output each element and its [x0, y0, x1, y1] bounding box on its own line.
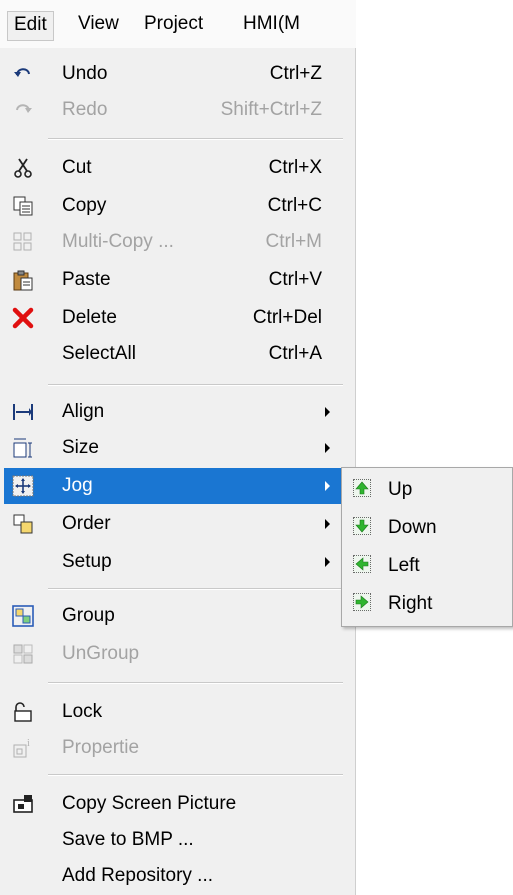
- separator: [48, 682, 343, 684]
- menu-item-jog[interactable]: Jog: [4, 468, 344, 504]
- delete-shortcut: Ctrl+Del: [252, 307, 322, 328]
- scissors-icon: [12, 157, 34, 179]
- align-label: Align: [62, 401, 105, 422]
- submenu-arrow-icon: [325, 407, 330, 417]
- menu-item-size[interactable]: Size: [4, 430, 344, 466]
- jog-label: Jog: [62, 475, 93, 496]
- jog-move-icon: [12, 475, 34, 497]
- copy-label: Copy: [62, 195, 107, 216]
- menu-item-paste[interactable]: Paste Ctrl+V: [4, 262, 344, 298]
- undo-shortcut: Ctrl+Z: [269, 63, 322, 84]
- camera-icon: [12, 793, 34, 815]
- delete-label: Delete: [62, 307, 117, 328]
- multi-copy-icon: [12, 231, 34, 253]
- copy-icon: [12, 195, 34, 217]
- menubar-edit[interactable]: Edit: [7, 11, 54, 41]
- ungroup-label: UnGroup: [62, 643, 140, 664]
- group-label: Group: [62, 605, 115, 626]
- menu-item-copy[interactable]: Copy Ctrl+C: [4, 188, 344, 224]
- menubar-hmi[interactable]: HMI(M: [243, 13, 300, 35]
- green-arrow-left-icon: [353, 555, 371, 573]
- separator: [48, 384, 343, 386]
- up-label: Up: [388, 479, 413, 500]
- submenu-arrow-icon: [325, 557, 330, 567]
- cut-shortcut: Ctrl+X: [268, 157, 322, 178]
- menu-item-order[interactable]: Order: [4, 506, 344, 542]
- ungroup-icon: [12, 643, 34, 665]
- menu-item-align[interactable]: Align: [4, 394, 344, 430]
- undo-label: Undo: [62, 63, 108, 84]
- menu-bar: Edit View Project HMI(M: [0, 0, 356, 49]
- redo-label: Redo: [62, 99, 108, 120]
- submenu-item-right[interactable]: Right: [344, 584, 510, 622]
- paste-label: Paste: [62, 269, 111, 290]
- lock-icon: [12, 701, 34, 723]
- green-arrow-up-icon: [353, 479, 371, 497]
- green-arrow-down-icon: [353, 517, 371, 535]
- group-icon: [12, 605, 34, 627]
- jog-submenu: Up Down Left Right: [341, 467, 513, 627]
- menu-item-lock[interactable]: Lock: [4, 694, 344, 730]
- redo-shortcut: Shift+Ctrl+Z: [220, 99, 322, 120]
- redo-icon: [12, 99, 34, 121]
- menu-item-save-to-bmp[interactable]: Save to BMP ...: [4, 822, 344, 858]
- menu-item-propertie: i Propertie: [4, 730, 344, 766]
- select-all-shortcut: Ctrl+A: [268, 343, 322, 364]
- submenu-arrow-icon: [325, 481, 330, 491]
- submenu-arrow-icon: [325, 443, 330, 453]
- copy-shortcut: Ctrl+C: [267, 195, 322, 216]
- cut-label: Cut: [62, 157, 92, 178]
- separator: [48, 588, 343, 590]
- submenu-item-up[interactable]: Up: [344, 470, 510, 508]
- menubar-project[interactable]: Project: [144, 13, 203, 35]
- menu-item-delete[interactable]: Delete Ctrl+Del: [4, 300, 344, 336]
- lock-label: Lock: [62, 701, 103, 722]
- right-label: Right: [388, 593, 433, 614]
- green-arrow-right-icon: [353, 593, 371, 611]
- add-repository-label: Add Repository ...: [62, 865, 214, 886]
- submenu-item-down[interactable]: Down: [344, 508, 510, 546]
- menu-item-setup[interactable]: Setup: [4, 544, 344, 580]
- left-label: Left: [388, 555, 420, 576]
- menubar-view[interactable]: View: [78, 13, 119, 35]
- menu-item-select-all[interactable]: SelectAll Ctrl+A: [4, 336, 344, 372]
- setup-label: Setup: [62, 551, 112, 572]
- separator: [48, 774, 343, 776]
- menu-item-undo[interactable]: Undo Ctrl+Z: [4, 56, 344, 92]
- multi-copy-label: Multi-Copy ...: [62, 231, 174, 252]
- size-label: Size: [62, 437, 99, 458]
- menu-item-cut[interactable]: Cut Ctrl+X: [4, 150, 344, 186]
- menu-item-add-repository[interactable]: Add Repository ...: [4, 858, 344, 894]
- copy-screen-picture-label: Copy Screen Picture: [62, 793, 237, 814]
- submenu-item-left[interactable]: Left: [344, 546, 510, 584]
- order-label: Order: [62, 513, 111, 534]
- separator: [48, 138, 343, 140]
- menu-item-ungroup: UnGroup: [4, 636, 344, 672]
- down-label: Down: [388, 517, 437, 538]
- menu-item-group[interactable]: Group: [4, 598, 344, 634]
- size-icon: [12, 437, 34, 459]
- svg-text:i: i: [27, 738, 30, 749]
- menu-item-copy-screen-picture[interactable]: Copy Screen Picture: [4, 786, 344, 822]
- properties-icon: i: [12, 737, 34, 759]
- paste-shortcut: Ctrl+V: [268, 269, 322, 290]
- edit-menu: Undo Ctrl+Z Redo Shift+Ctrl+Z Cut Ctrl+X…: [0, 48, 356, 895]
- multi-copy-shortcut: Ctrl+M: [265, 231, 322, 252]
- undo-icon: [12, 63, 34, 85]
- clipboard-icon: [12, 269, 34, 291]
- menu-item-redo: Redo Shift+Ctrl+Z: [4, 92, 344, 128]
- red-x-icon: [12, 307, 34, 329]
- align-icon: [12, 401, 34, 423]
- order-icon: [12, 513, 34, 535]
- select-all-label: SelectAll: [62, 343, 136, 364]
- save-to-bmp-label: Save to BMP ...: [62, 829, 194, 850]
- menu-item-multi-copy: Multi-Copy ... Ctrl+M: [4, 224, 344, 260]
- submenu-arrow-icon: [325, 519, 330, 529]
- propertie-label: Propertie: [62, 737, 140, 758]
